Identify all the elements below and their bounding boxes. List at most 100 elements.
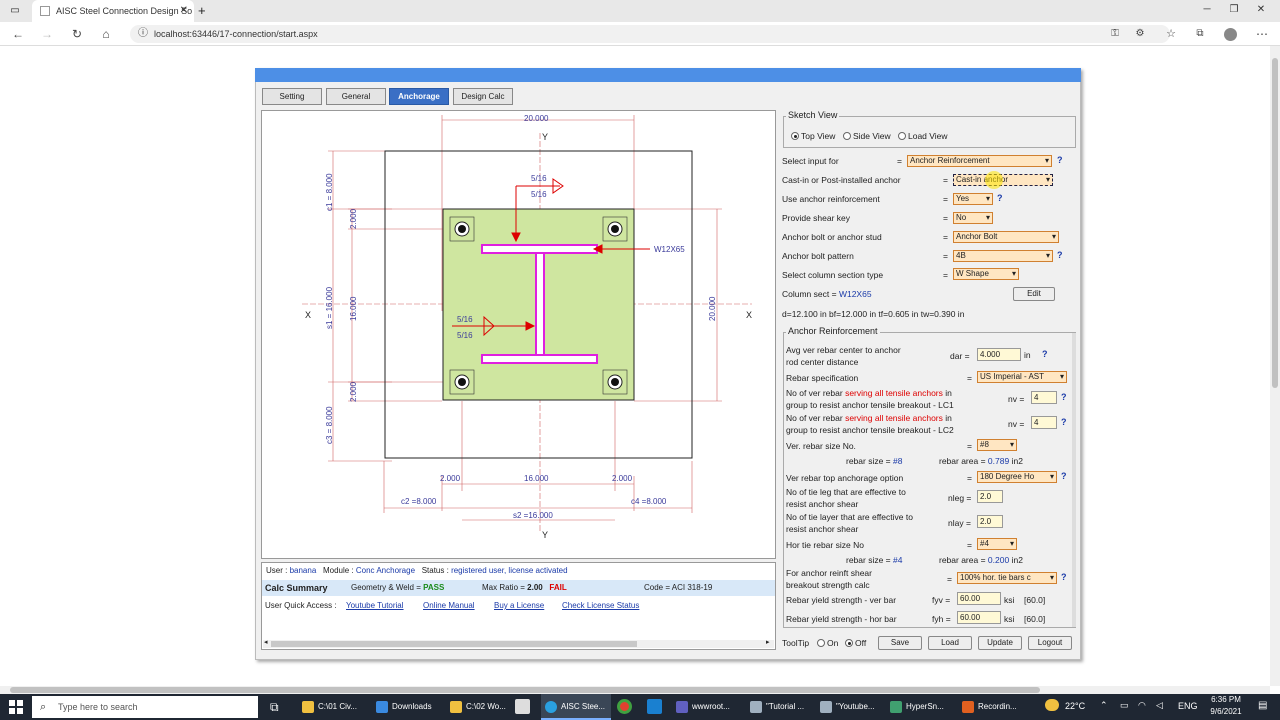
ver-size-dropdown[interactable]: #8: [977, 439, 1017, 451]
tab-general[interactable]: General: [326, 88, 386, 105]
page-hscroll-thumb[interactable]: [10, 687, 1040, 693]
scroll-left-icon[interactable]: ◂: [264, 638, 268, 646]
vscode-icon[interactable]: [647, 699, 662, 714]
taskbar-item-youtube[interactable]: "Youtube...: [816, 694, 882, 720]
youtube-tutorial-link[interactable]: Youtube Tutorial: [346, 601, 404, 610]
load-button[interactable]: Load: [928, 636, 972, 650]
online-manual-link[interactable]: Online Manual: [423, 601, 475, 610]
help-anch-opt-icon[interactable]: ?: [1061, 471, 1067, 481]
radio-load-view[interactable]: Load View: [898, 131, 948, 141]
help-pattern-icon[interactable]: ?: [1057, 250, 1063, 260]
radio-top-view[interactable]: Top View: [791, 131, 835, 141]
notification-icon[interactable]: ▤: [1258, 700, 1267, 711]
clock-time[interactable]: 6:36 PM: [1206, 695, 1246, 704]
taskbar-item-downloads[interactable]: Downloads: [372, 694, 442, 720]
nleg-input[interactable]: 2.0: [977, 490, 1003, 503]
help-nv1-icon[interactable]: ?: [1061, 392, 1067, 402]
tooltip-on[interactable]: On: [817, 638, 838, 648]
taskbar-item-wwwroot[interactable]: wwwroot...: [672, 694, 742, 720]
fyv-input[interactable]: 60.00: [957, 592, 1001, 605]
hor-size-dropdown[interactable]: #4: [977, 538, 1017, 550]
radio-load-view-icon[interactable]: [898, 132, 906, 140]
browser-tab[interactable]: AISC Steel Connection Design So ✕: [32, 0, 194, 22]
taskbar-search[interactable]: ⌕ Type here to search: [32, 696, 258, 718]
nv2-input[interactable]: 4: [1031, 416, 1057, 429]
tooltip-off[interactable]: Off: [845, 638, 866, 648]
page-vscroll-thumb[interactable]: [1272, 58, 1278, 388]
radio-top-view-icon[interactable]: [791, 132, 799, 140]
minimize-icon[interactable]: ─: [1200, 3, 1214, 17]
fyh-input[interactable]: 60.00: [957, 611, 1001, 624]
shear-key-dropdown[interactable]: No: [953, 212, 993, 224]
save-button[interactable]: Save: [878, 636, 922, 650]
volume-icon[interactable]: ◁: [1156, 700, 1163, 711]
cast-dropdown[interactable]: Cast-in anchor: [953, 174, 1053, 186]
profile-avatar[interactable]: [1224, 28, 1237, 41]
taskbar-item-recording[interactable]: Recordin...: [958, 694, 1024, 720]
dar-input[interactable]: 4.000: [977, 348, 1021, 361]
help-use-reinf-icon[interactable]: ?: [997, 193, 1003, 203]
taskbar-item-tutorial[interactable]: "Tutorial ...: [746, 694, 812, 720]
taskbar-item-civ[interactable]: C:\01 Civ...: [298, 694, 368, 720]
nv1-input[interactable]: 4: [1031, 391, 1057, 404]
chrome-icon[interactable]: [617, 699, 632, 714]
task-view-icon[interactable]: ⧉: [270, 700, 279, 715]
info-hscroll-thumb[interactable]: [271, 641, 637, 647]
pattern-dropdown[interactable]: 4B: [953, 250, 1053, 262]
check-license-link[interactable]: Check License Status: [562, 601, 639, 610]
help-select-input-icon[interactable]: ?: [1057, 155, 1063, 165]
scroll-right-icon[interactable]: ▸: [766, 638, 770, 646]
weather-icon[interactable]: [1045, 699, 1059, 711]
tooltip-on-icon[interactable]: [817, 639, 825, 647]
shear-opt-dropdown[interactable]: 100% hor. tie bars c: [957, 572, 1057, 584]
tab-actions-icon[interactable]: ▭: [8, 4, 22, 18]
edit-button[interactable]: Edit: [1013, 287, 1055, 301]
col-type-dropdown[interactable]: W Shape: [953, 268, 1019, 280]
anch-opt-dropdown[interactable]: 180 Degree Ho: [977, 471, 1057, 483]
network-icon[interactable]: ▭: [1120, 700, 1129, 711]
restore-icon[interactable]: ❐: [1227, 3, 1241, 17]
refresh-icon[interactable]: ↻: [70, 27, 84, 41]
taskbar-item-wo[interactable]: C:\02 Wo...: [446, 694, 506, 720]
bolt-dropdown[interactable]: Anchor Bolt: [953, 231, 1059, 243]
buy-license-link[interactable]: Buy a License: [494, 601, 544, 610]
taskbar-item-hypersnap[interactable]: HyperSn...: [886, 694, 952, 720]
forward-icon[interactable]: →: [40, 27, 54, 41]
more-icon[interactable]: ⋯: [1255, 27, 1269, 41]
radio-side-view[interactable]: Side View: [843, 131, 891, 141]
help-shear-opt-icon[interactable]: ?: [1061, 572, 1067, 582]
key-icon[interactable]: ⚿: [1108, 27, 1122, 41]
back-icon[interactable]: ←: [11, 27, 25, 41]
nlay-input[interactable]: 2.0: [977, 515, 1003, 528]
tab-anchorage[interactable]: Anchorage: [389, 88, 449, 105]
info-hscroll[interactable]: ◂ ▸: [263, 638, 774, 648]
taskbar-item-aisc[interactable]: AISC Stee...: [541, 694, 611, 720]
new-tab-icon[interactable]: +: [198, 3, 206, 18]
store-icon[interactable]: [515, 699, 530, 714]
radio-side-view-icon[interactable]: [843, 132, 851, 140]
tray-chevron-icon[interactable]: ⌃: [1100, 700, 1108, 711]
tab-setting[interactable]: Setting: [262, 88, 322, 105]
wifi-icon[interactable]: ◠: [1138, 700, 1146, 711]
weather-temp[interactable]: 22°C: [1065, 701, 1085, 711]
favorites-icon[interactable]: ☆: [1164, 27, 1178, 41]
use-reinf-dropdown[interactable]: Yes: [953, 193, 993, 205]
logout-button[interactable]: Logout: [1028, 636, 1072, 650]
collections-icon[interactable]: ⧉: [1193, 27, 1207, 41]
help-nv2-icon[interactable]: ?: [1061, 417, 1067, 427]
tab-design-calc[interactable]: Design Calc: [453, 88, 513, 105]
close-window-icon[interactable]: ✕: [1254, 3, 1268, 17]
rebar-spec-dropdown[interactable]: US Imperial - AST: [977, 371, 1067, 383]
form-vscroll[interactable]: [1072, 333, 1076, 627]
language-indicator[interactable]: ENG: [1178, 701, 1198, 711]
clock-date[interactable]: 9/6/2021: [1206, 707, 1246, 716]
close-tab-icon[interactable]: ✕: [180, 0, 188, 22]
tooltip-off-icon[interactable]: [845, 639, 853, 647]
home-icon[interactable]: ⌂: [99, 27, 113, 41]
tracking-icon[interactable]: ⚙: [1133, 27, 1147, 41]
windows-start-icon[interactable]: [9, 700, 23, 714]
update-button[interactable]: Update: [978, 636, 1022, 650]
select-input-dropdown[interactable]: Anchor Reinforcement: [907, 155, 1052, 167]
help-dar-icon[interactable]: ?: [1042, 349, 1048, 359]
url-field[interactable]: ⓘ localhost:63446/17-connection/start.as…: [130, 25, 1170, 43]
